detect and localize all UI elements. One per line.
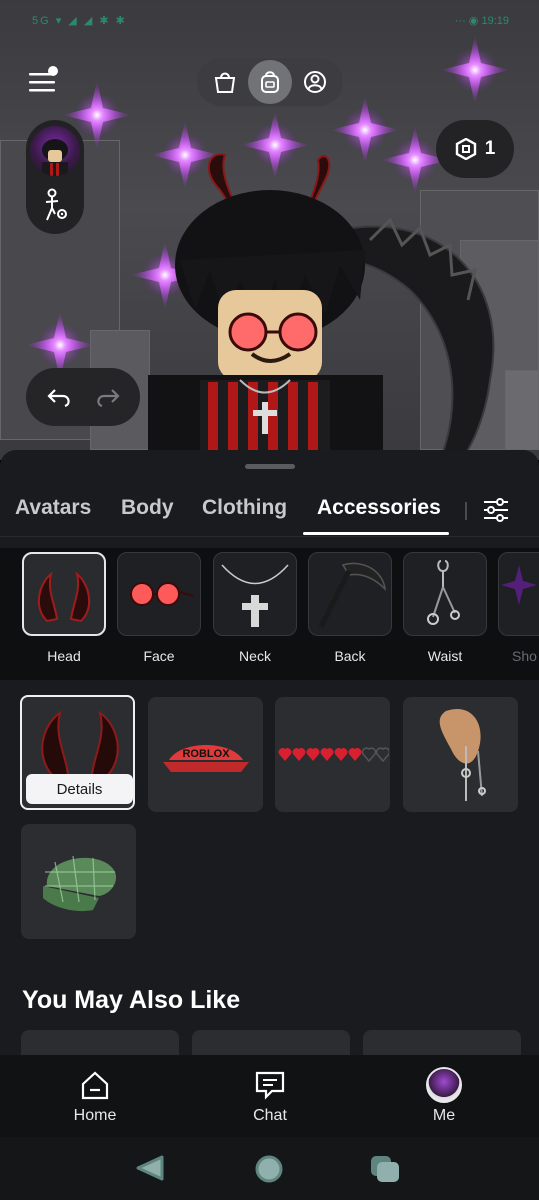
avatar-profile-icon bbox=[303, 71, 326, 93]
status-left: 5G ▾ ◢ ◢ ✱ ✱ bbox=[32, 15, 127, 27]
subcategory-thumbnail bbox=[498, 552, 539, 636]
profile-button[interactable] bbox=[293, 60, 337, 104]
subcategory-head[interactable]: Head bbox=[22, 552, 106, 664]
nav-me-label: Me bbox=[432, 1107, 456, 1124]
undo-redo-group bbox=[26, 368, 140, 426]
notification-dot bbox=[48, 66, 58, 76]
tabs-border bbox=[0, 536, 539, 537]
category-tabs: Avatars Body Clothing Accessories bbox=[0, 490, 539, 535]
status-bar: 5G ▾ ◢ ◢ ✱ ✱ ··· ◉ 19:19 bbox=[0, 10, 539, 38]
accessory-item-plaid-cap[interactable] bbox=[21, 824, 136, 939]
subcategory-thumbnail bbox=[213, 552, 297, 636]
avatar-editor-sheet: Avatars Body Clothing Accessories Head F… bbox=[0, 450, 539, 1055]
menu-button[interactable] bbox=[24, 62, 64, 102]
shop-bag-icon bbox=[215, 72, 236, 93]
recommended-item-card[interactable] bbox=[363, 1030, 521, 1055]
back-triangle-icon[interactable] bbox=[132, 1153, 166, 1183]
sheet-drag-handle[interactable] bbox=[245, 464, 295, 469]
tab-accessories[interactable]: Accessories bbox=[317, 496, 441, 520]
avatar-stage[interactable]: 5G ▾ ◢ ◢ ✱ ✱ ··· ◉ 19:19 1 bbox=[0, 0, 539, 460]
robux-amount: 1 bbox=[484, 138, 496, 159]
redo-icon[interactable] bbox=[94, 386, 120, 408]
nav-me[interactable]: Me bbox=[399, 1067, 489, 1125]
recents-square-icon[interactable] bbox=[368, 1153, 402, 1185]
nav-chat[interactable]: Chat bbox=[225, 1069, 315, 1125]
top-mode-switch bbox=[197, 58, 343, 106]
avatar-side-panel bbox=[26, 120, 84, 234]
subcategory-row: Head Face Neck Back Waist Sho bbox=[0, 548, 539, 680]
tab-divider bbox=[465, 502, 467, 520]
sparkle-effect bbox=[440, 35, 510, 105]
nav-home[interactable]: Home bbox=[50, 1069, 140, 1125]
accessory-item-hearts[interactable] bbox=[275, 697, 390, 812]
tab-body[interactable]: Body bbox=[121, 496, 174, 520]
subcategory-label: Face bbox=[143, 648, 175, 664]
recommended-item-card[interactable] bbox=[21, 1030, 179, 1055]
filter-sliders-icon[interactable] bbox=[480, 494, 512, 526]
avatar-editor-button[interactable] bbox=[247, 60, 292, 104]
subcategory-label: Sho bbox=[512, 648, 537, 664]
accessory-item-earring[interactable] bbox=[403, 697, 518, 812]
undo-icon[interactable] bbox=[46, 386, 73, 408]
status-right: ··· ◉ 19:19 bbox=[454, 15, 509, 27]
bottom-navigation: Home Chat Me bbox=[0, 1055, 539, 1137]
system-navigation-bar bbox=[0, 1137, 539, 1200]
you-may-also-like-heading: You May Also Like bbox=[22, 986, 241, 1014]
active-tab-indicator bbox=[303, 532, 449, 535]
subcategory-waist[interactable]: Waist bbox=[403, 552, 487, 664]
avatar-settings-icon[interactable] bbox=[40, 188, 70, 222]
details-button[interactable]: Details bbox=[26, 774, 133, 804]
nav-home-label: Home bbox=[73, 1107, 117, 1124]
tab-avatars[interactable]: Avatars bbox=[15, 496, 91, 520]
subcategory-shoulder[interactable]: Sho bbox=[498, 552, 539, 664]
nav-chat-label: Chat bbox=[253, 1107, 287, 1124]
robux-balance-button[interactable]: 1 bbox=[436, 120, 514, 178]
avatar-thumbnail[interactable] bbox=[30, 126, 80, 176]
backpack-icon bbox=[260, 71, 279, 93]
subcategory-thumbnail bbox=[403, 552, 487, 636]
tab-clothing[interactable]: Clothing bbox=[202, 496, 287, 520]
subcategory-label: Head bbox=[47, 648, 81, 664]
subcategory-neck[interactable]: Neck bbox=[213, 552, 297, 664]
home-icon bbox=[81, 1071, 109, 1100]
avatar-icon bbox=[426, 1067, 462, 1103]
svg-text:ROBLOX: ROBLOX bbox=[182, 748, 230, 760]
subcategory-thumbnail bbox=[22, 552, 106, 636]
accessory-item-visor[interactable]: ROBLOX bbox=[148, 697, 263, 812]
subcategory-label: Waist bbox=[427, 648, 463, 664]
subcategory-thumbnail bbox=[308, 552, 392, 636]
subcategory-back[interactable]: Back bbox=[308, 552, 392, 664]
subcategory-face[interactable]: Face bbox=[117, 552, 201, 664]
robux-icon bbox=[455, 138, 476, 160]
subcategory-thumbnail bbox=[117, 552, 201, 636]
home-circle-icon[interactable] bbox=[253, 1153, 285, 1185]
chat-icon bbox=[255, 1071, 285, 1100]
shop-button[interactable] bbox=[203, 60, 247, 104]
avatar-character[interactable] bbox=[140, 150, 520, 460]
subcategory-label: Back bbox=[334, 648, 366, 664]
subcategory-label: Neck bbox=[239, 648, 271, 664]
accessory-item-horns[interactable]: Details bbox=[20, 695, 135, 810]
recommended-item-card[interactable] bbox=[192, 1030, 350, 1055]
